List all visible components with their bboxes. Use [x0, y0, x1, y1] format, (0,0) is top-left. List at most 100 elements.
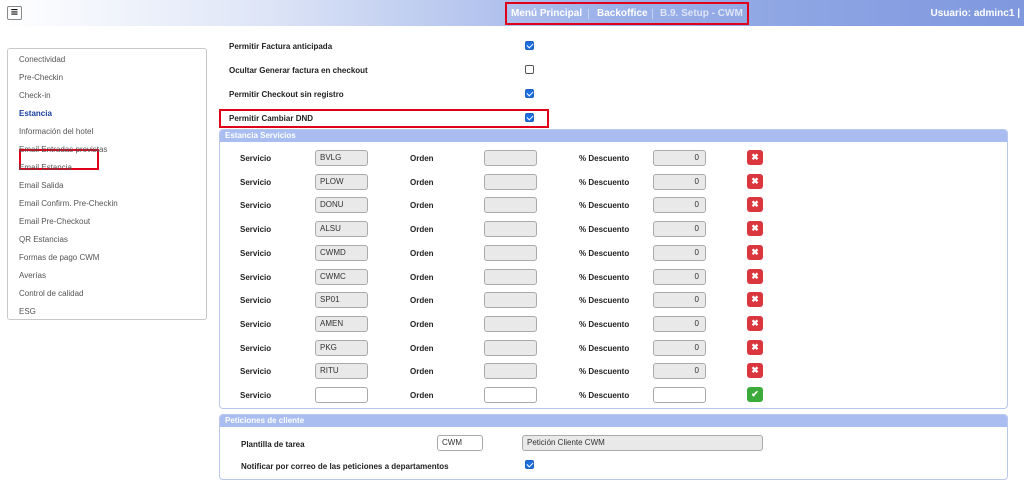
orden-input[interactable] [484, 339, 537, 356]
option-checkbox-factura-anticipada[interactable] [525, 41, 534, 50]
servicio-label: Servicio [240, 225, 272, 235]
delete-button[interactable]: ✖ [747, 315, 763, 331]
sidebar-item-qr-estancias[interactable]: QR Estancias [19, 235, 68, 244]
descuento-input[interactable]: 0 [653, 244, 706, 261]
servicio-input[interactable]: PLOW [315, 173, 368, 190]
plantilla-code-input[interactable]: CWM [437, 435, 483, 451]
descuento-label: % Descuento [579, 272, 630, 282]
descuento-input[interactable] [653, 387, 706, 403]
servicio-input[interactable]: SP01 [315, 292, 368, 309]
estancia-servicios-panel: Estancia Servicios Servicio BVLG Orden % De… [219, 129, 1008, 409]
servicio-input[interactable]: RITU [315, 363, 368, 380]
plantilla-label: Plantilla de tarea [241, 440, 305, 449]
delete-button[interactable]: ✖ [747, 221, 763, 237]
nav-separator [588, 9, 589, 19]
delete-button[interactable]: ✖ [747, 197, 763, 213]
plantilla-desc-field: Petición Cliente CWM [522, 435, 763, 451]
descuento-label: % Descuento [579, 343, 630, 353]
option-checkbox-ocultar-generar-factura[interactable] [525, 65, 534, 74]
descuento-label: % Descuento [579, 367, 630, 377]
descuento-input[interactable]: 0 [653, 173, 706, 190]
descuento-label: % Descuento [579, 154, 630, 163]
orden-label: Orden [410, 201, 434, 211]
orden-input[interactable] [484, 197, 537, 214]
delete-button[interactable]: ✖ [747, 363, 763, 379]
sidebar-item-informacion-hotel[interactable]: Información del hotel [19, 127, 93, 136]
descuento-input[interactable]: 0 [653, 315, 706, 332]
orden-input[interactable] [484, 244, 537, 261]
notificar-label: Notificar por correo de las peticiones a… [241, 462, 449, 471]
notificar-checkbox[interactable] [525, 460, 534, 469]
descuento-input[interactable]: 0 [653, 268, 706, 285]
servicio-label: Servicio [240, 154, 272, 163]
descuento-label: % Descuento [579, 319, 630, 329]
orden-label: Orden [410, 154, 434, 163]
orden-input[interactable] [484, 292, 537, 309]
option-checkbox-checkout-sin-registro[interactable] [525, 89, 534, 98]
orden-input[interactable] [484, 363, 537, 380]
servicio-input[interactable] [315, 387, 368, 403]
user-label[interactable]: Usuario: adminc1 | [931, 8, 1021, 19]
orden-label: Orden [410, 248, 434, 258]
orden-input[interactable] [484, 221, 537, 238]
sidebar-item-email-pre-checkout[interactable]: Email Pre-Checkout [19, 217, 90, 226]
servicio-input[interactable]: AMEN [315, 315, 368, 332]
orden-input[interactable] [484, 268, 537, 285]
delete-button[interactable]: ✖ [747, 150, 763, 165]
servicio-label: Servicio [240, 296, 272, 306]
nav-menu-principal[interactable]: Menú Principal [511, 8, 582, 19]
sidebar-item-email-confirm-pre-checkin[interactable]: Email Confirm. Pre-Checkin [19, 199, 118, 208]
servicio-label: Servicio [240, 391, 272, 400]
delete-button[interactable]: ✖ [747, 292, 763, 308]
option-checkbox-cambiar-dnd[interactable] [525, 113, 534, 122]
servicio-input[interactable]: CWMD [315, 244, 368, 261]
orden-input[interactable] [484, 173, 537, 190]
servicio-input[interactable]: CWMC [315, 268, 368, 285]
servicio-input[interactable]: PKG [315, 339, 368, 356]
descuento-input[interactable]: 0 [653, 150, 706, 166]
sidebar-item-control-calidad[interactable]: Control de calidad [19, 289, 83, 298]
panel-title: Estancia Servicios [220, 130, 1007, 142]
sidebar-item-email-salida[interactable]: Email Salida [19, 181, 63, 190]
option-label-cambiar-dnd: Permitir Cambiar DND [229, 114, 314, 123]
servicio-input[interactable]: DONU [315, 197, 368, 214]
nav-backoffice[interactable]: Backoffice [597, 8, 648, 19]
sidebar: Conectividad Pre-Checkin Check-in Estanc… [7, 48, 207, 320]
descuento-input[interactable]: 0 [653, 197, 706, 214]
delete-button[interactable]: ✖ [747, 244, 763, 260]
sidebar-item-email-estancia[interactable]: Email Estancia [19, 163, 72, 172]
delete-button[interactable]: ✖ [747, 339, 763, 355]
panel-title: Peticiones de cliente [220, 415, 1007, 427]
option-label-ocultar-generar-factura: Ocultar Generar factura en checkout [229, 66, 368, 75]
sidebar-item-email-entradas[interactable]: Email Entradas previstas [19, 145, 107, 154]
descuento-input[interactable]: 0 [653, 339, 706, 356]
orden-input[interactable] [484, 387, 537, 403]
add-button[interactable]: ✔ [747, 387, 763, 402]
hamburger-icon[interactable]: ≡ [7, 6, 22, 20]
delete-button[interactable]: ✖ [747, 173, 763, 189]
servicio-label: Servicio [240, 201, 272, 211]
peticiones-panel: Peticiones de cliente Plantilla de tarea… [219, 414, 1008, 480]
servicio-input[interactable]: ALSU [315, 221, 368, 238]
orden-label: Orden [410, 225, 434, 235]
orden-input[interactable] [484, 315, 537, 332]
nav-separator [652, 9, 653, 19]
descuento-input[interactable]: 0 [653, 363, 706, 380]
servicio-input[interactable]: BVLG [315, 150, 368, 166]
sidebar-item-averias[interactable]: Averías [19, 271, 46, 280]
sidebar-item-conectividad[interactable]: Conectividad [19, 55, 65, 64]
sidebar-item-check-in[interactable]: Check-in [19, 91, 51, 100]
descuento-input[interactable]: 0 [653, 292, 706, 309]
descuento-label: % Descuento [579, 248, 630, 258]
descuento-label: % Descuento [579, 225, 630, 235]
descuento-input[interactable]: 0 [653, 221, 706, 238]
sidebar-item-pre-checkin[interactable]: Pre-Checkin [19, 73, 63, 82]
delete-button[interactable]: ✖ [747, 268, 763, 284]
option-label-checkout-sin-registro: Permitir Checkout sin registro [229, 90, 344, 99]
sidebar-item-esg[interactable]: ESG [19, 307, 36, 316]
option-label-factura-anticipada: Permitir Factura anticipada [229, 42, 333, 51]
sidebar-item-estancia[interactable]: Estancia [19, 109, 52, 118]
sidebar-item-formas-pago[interactable]: Formas de pago CWM [19, 253, 99, 262]
orden-input[interactable] [484, 150, 537, 166]
nav-setup-cwm[interactable]: B.9. Setup - CWM [660, 8, 743, 19]
